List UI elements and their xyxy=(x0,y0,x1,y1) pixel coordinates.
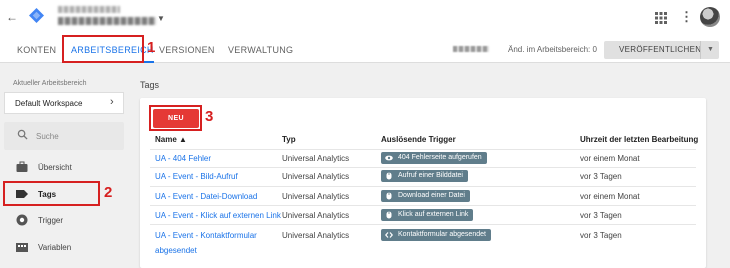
sidebar-item-trigger[interactable]: Trigger xyxy=(0,208,130,232)
mouse-icon xyxy=(386,211,392,219)
workspace-changes-count: Änd. im Arbeitsbereich: 0 xyxy=(508,45,597,54)
row-divider xyxy=(150,205,696,206)
tab-konten[interactable]: KONTEN xyxy=(17,37,56,63)
tag-type: Universal Analytics xyxy=(282,192,350,201)
tab-versionen[interactable]: VERSIONEN xyxy=(159,37,215,63)
page-title: Tags xyxy=(140,80,160,90)
row-divider xyxy=(150,167,696,168)
account-name-blurred xyxy=(58,6,120,13)
back-arrow-icon[interactable]: ← xyxy=(6,10,18,24)
tag-name-link-line2[interactable]: abgesendet xyxy=(155,246,197,255)
sidebar-search[interactable]: Suche xyxy=(4,122,124,150)
code-icon xyxy=(385,232,393,238)
column-header-trigger[interactable]: Auslösende Trigger xyxy=(381,135,456,144)
header-divider xyxy=(150,149,696,150)
mouse-icon xyxy=(386,172,392,180)
tag-type: Universal Analytics xyxy=(282,154,350,163)
tag-type: Universal Analytics xyxy=(282,211,350,220)
tag-name-link[interactable]: UA - Event - Bild-Aufruf xyxy=(155,172,238,181)
row-divider xyxy=(150,186,696,187)
workspace-selector[interactable]: Default Workspace › xyxy=(4,92,124,114)
tag-last-edited: vor einem Monat xyxy=(580,154,640,163)
trigger-chip-label: Klick auf externen Link xyxy=(398,211,469,218)
avatar[interactable] xyxy=(700,7,720,27)
variables-icon xyxy=(16,243,28,252)
apps-grid-icon[interactable] xyxy=(655,12,667,24)
annotation-box-2 xyxy=(3,181,100,206)
tag-last-edited: vor einem Monat xyxy=(580,192,640,201)
trigger-icon xyxy=(16,214,28,226)
eye-icon xyxy=(385,155,393,161)
tag-last-edited: vor 3 Tagen xyxy=(580,231,622,240)
briefcase-icon xyxy=(16,161,28,172)
container-name-blurred[interactable] xyxy=(58,17,156,25)
trigger-chip[interactable]: Aufruf einer Bilddatei xyxy=(381,170,468,182)
annotation-box-3 xyxy=(149,105,202,131)
annotation-number-3: 3 xyxy=(205,108,214,125)
search-placeholder: Suche xyxy=(36,132,59,141)
sidebar-item-label: Übersicht xyxy=(38,163,72,172)
publish-button[interactable]: VERÖFFENTLICHEN ▼ xyxy=(604,41,719,59)
row-divider xyxy=(150,224,696,225)
trigger-chip-label: Download einer Datei xyxy=(398,192,465,199)
trigger-chip[interactable]: Klick auf externen Link xyxy=(381,209,474,221)
tag-name-link[interactable]: UA - Event - Klick auf externen Link xyxy=(155,211,281,220)
trigger-chip[interactable]: Download einer Datei xyxy=(381,190,470,202)
tag-type: Universal Analytics xyxy=(282,231,350,240)
tag-last-edited: vor 3 Tagen xyxy=(580,211,622,220)
tab-verwaltung[interactable]: VERWALTUNG xyxy=(228,37,293,63)
workspace-name: Default Workspace xyxy=(15,99,83,108)
trigger-chip-label: Kontaktformular abgesendet xyxy=(398,231,486,238)
trigger-chip[interactable]: 404 Fehlerseite aufgerufen xyxy=(381,152,487,164)
column-header-last-edited[interactable]: Uhrzeit der letzten Bearbeitung xyxy=(580,135,698,144)
search-icon xyxy=(17,129,28,140)
tags-card xyxy=(140,98,706,268)
tag-manager-logo-icon[interactable] xyxy=(29,8,44,23)
sidebar-item-label: Variablen xyxy=(38,243,72,252)
tag-name-link[interactable]: UA - 404 Fehler xyxy=(155,154,211,163)
annotation-number-2: 2 xyxy=(104,184,113,201)
tag-name-link[interactable]: UA - Event - Datei-Download xyxy=(155,192,257,201)
trigger-chip-label: 404 Fehlerseite aufgerufen xyxy=(398,154,482,161)
top-app-bar: ← ▼ ⋮ xyxy=(0,0,730,37)
sidebar-item-variablen[interactable]: Variablen xyxy=(0,235,130,259)
trigger-chip[interactable]: Kontaktformular abgesendet xyxy=(381,229,491,241)
column-header-type[interactable]: Typ xyxy=(282,135,296,144)
mouse-icon xyxy=(386,192,392,200)
publish-dropdown-icon[interactable]: ▼ xyxy=(707,41,714,59)
sidebar-item-uebersicht[interactable]: Übersicht xyxy=(0,155,130,179)
tag-name-link[interactable]: UA - Event - Kontaktformular xyxy=(155,231,257,240)
tag-type: Universal Analytics xyxy=(282,172,350,181)
annotation-box-1 xyxy=(62,35,144,63)
trigger-chip-label: Aufruf einer Bilddatei xyxy=(398,172,463,179)
annotation-number-1: 1 xyxy=(147,39,156,56)
chevron-right-icon: › xyxy=(110,96,114,108)
publish-label: VERÖFFENTLICHEN xyxy=(619,45,702,54)
sidebar-item-label: Trigger xyxy=(38,216,64,225)
more-vert-icon[interactable]: ⋮ xyxy=(680,9,693,25)
container-dropdown-icon[interactable]: ▼ xyxy=(157,14,165,23)
column-header-name[interactable]: Name ▲ xyxy=(155,135,187,144)
workspace-label: Aktueller Arbeitsbereich xyxy=(13,80,87,87)
publish-divider xyxy=(700,41,701,59)
workspace-id-blurred xyxy=(453,46,489,52)
tag-last-edited: vor 3 Tagen xyxy=(580,172,622,181)
